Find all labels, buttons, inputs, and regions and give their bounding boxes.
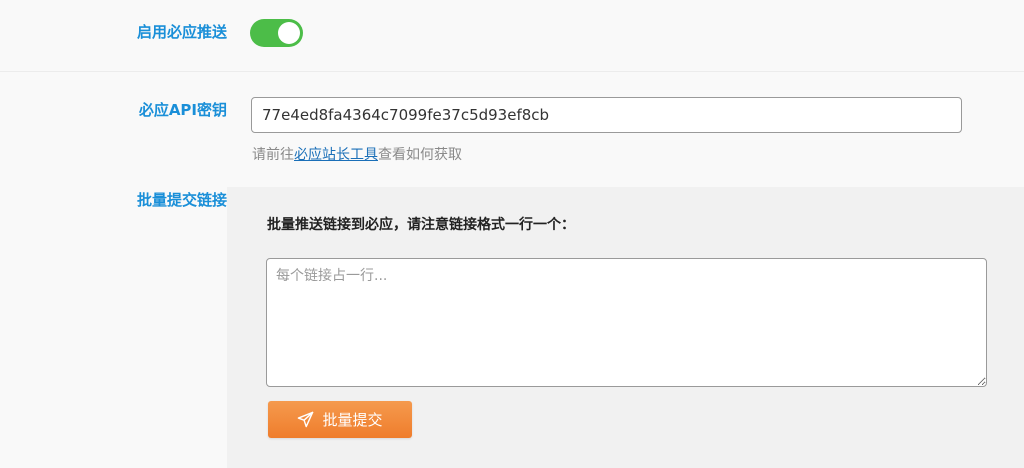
hint-prefix: 请前往 <box>252 147 294 163</box>
api-key-hint: 请前往必应站长工具查看如何获取 <box>252 144 462 164</box>
api-key-input[interactable] <box>251 97 962 133</box>
api-key-row: 必应API密钥 请前往必应站长工具查看如何获取 <box>0 72 1024 187</box>
batch-submit-row: 批量提交链接 批量推送链接到必应，请注意链接格式一行一个： 批量提交 <box>0 187 1024 468</box>
batch-submit-label: 批量提交链接 <box>136 191 227 209</box>
api-key-label: 必应API密钥 <box>138 101 227 119</box>
batch-panel: 批量推送链接到必应，请注意链接格式一行一个： 批量提交 <box>227 187 1024 468</box>
enable-push-toggle[interactable] <box>250 19 303 47</box>
enable-push-row: 启用必应推送 <box>0 0 1024 72</box>
enable-push-label: 启用必应推送 <box>136 23 227 41</box>
batch-submit-button-label: 批量提交 <box>322 411 383 429</box>
batch-links-textarea[interactable] <box>266 258 987 387</box>
batch-submit-button[interactable]: 批量提交 <box>268 401 412 438</box>
send-icon <box>297 411 314 428</box>
webmaster-tools-link[interactable]: 必应站长工具 <box>294 147 378 163</box>
batch-title: 批量推送链接到必应，请注意链接格式一行一个： <box>267 217 575 233</box>
toggle-knob <box>278 22 300 44</box>
hint-suffix: 查看如何获取 <box>378 147 462 163</box>
